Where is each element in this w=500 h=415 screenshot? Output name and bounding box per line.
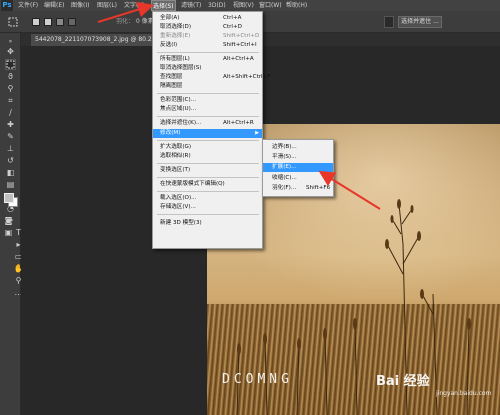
foreground-color-swatch[interactable] [4,193,14,203]
menu-item-deselect-layers[interactable]: 取消选择图层(S) [153,64,262,73]
menu-separator [157,116,259,117]
menu-image[interactable]: 图像(I) [70,0,90,11]
select-menu-dropdown: 全部(A) Ctrl+A 取消选择(D) Ctrl+D 重新选择(E) Shift+C… [152,11,271,249]
menu-separator [157,177,259,178]
menu-bar: Ps 文件(F) 编辑(E) 图像(I) 图层(L) 文字(Y) 选择(S) 滤… [0,0,500,11]
new-selection-icon[interactable] [32,18,40,26]
brush-tool-icon[interactable]: ✎ [5,131,16,142]
history-brush-tool-icon[interactable]: ↺ [5,155,16,166]
menu-file[interactable]: 文件(F) [17,0,39,11]
dcomng-watermark: DCOMNG [222,372,293,387]
menu-edit[interactable]: 编辑(E) [43,0,65,11]
modify-submenu: 边界(B)... 平滑(S)... 扩展(E)... 收缩(C)... 羽化(F… [262,139,334,197]
menu-item-all-layers[interactable]: 所有图层(L) Alt+Ctrl+A [153,55,262,64]
menu-item-save-selection[interactable]: 存储选区(V)... [153,203,262,212]
eraser-tool-icon[interactable]: ◧ [5,167,16,178]
menu-separator [157,93,259,94]
menu-separator [157,140,259,141]
photoshop-logo-icon[interactable]: Ps [1,0,13,11]
menu-3d[interactable]: 3D(D) [207,0,227,11]
rectangular-marquee-tool-icon[interactable] [5,59,16,70]
eyedropper-tool-icon[interactable]: ∕ [5,107,16,118]
move-tool-icon[interactable]: ✥ [5,46,16,57]
healing-brush-tool-icon[interactable]: ✚ [5,119,16,130]
clone-stamp-tool-icon[interactable]: ⊥ [5,143,16,154]
submenu-item-feather[interactable]: 羽化(F)... Shift+F6 [263,184,333,193]
menu-separator [157,191,259,192]
menu-view[interactable]: 视图(V) [232,0,255,11]
menu-item-reselect: 重新选择(E) Shift+Ctrl+D [160,33,260,39]
menu-item-select-all[interactable]: 全部(A) Ctrl+A [153,14,262,23]
baidu-jingyan-logo: Bai 经验 [376,374,430,389]
select-and-mask-button[interactable]: 选择并遮住 ... [398,16,442,28]
menu-item-deselect[interactable]: 取消选择(D) Ctrl+D [153,23,262,32]
add-to-selection-icon[interactable] [44,18,52,26]
subtract-from-selection-icon[interactable] [56,18,64,26]
menu-item-quick-mask[interactable]: 在快速蒙版模式下编辑(Q) [153,180,262,189]
menu-select[interactable]: 选择(S) [151,0,176,11]
submenu-item-expand[interactable]: 扩展(E)... [263,163,333,172]
menu-window[interactable]: 窗口(W) [258,0,283,11]
quick-mask-icon[interactable]: ◙ [3,215,14,226]
menu-filter[interactable]: 滤镜(T) [180,0,202,11]
submenu-item-contract[interactable]: 收缩(C)... [263,174,333,183]
baidu-jingyan-watermark: Bai 经验 jingyan.baidu.com [376,370,496,397]
menu-type[interactable]: 文字(Y) [123,0,145,11]
submenu-item-smooth[interactable]: 平滑(S)... [263,153,333,162]
lasso-tool-icon[interactable]: ϑ [5,71,16,82]
intersect-selection-icon[interactable] [68,18,76,26]
marquee-tool-preset-icon[interactable] [8,17,18,27]
document-tab[interactable]: 5442078_221107073908_2.jpg @ 80.2... [31,34,162,46]
menu-item-inverse[interactable]: 反选(I) Shift+Ctrl+I [153,41,262,50]
menu-item-grow[interactable]: 扩大选取(G) [153,143,262,152]
menu-item-transform-selection[interactable]: 变换选区(T) [153,166,262,175]
gradient-tool-icon[interactable]: ▤ [5,179,16,190]
menu-item-modify[interactable]: 修改(M) ▶ [153,129,262,138]
menu-item-isolate-layers[interactable]: 隔离图层 [153,82,262,91]
submenu-item-border[interactable]: 边界(B)... [263,143,333,152]
menu-item-color-range[interactable]: 色彩范围(C)... [153,96,262,105]
menu-separator [157,163,259,164]
menu-item-similar[interactable]: 选取相似(R) [153,152,262,161]
menu-item-find-layers[interactable]: 查找图层 Alt+Shift+Ctrl+F [153,73,271,82]
tools-panel: » ✥ ϑ ⚲ ⌗ ∕ ✚ ✎ ⊥ ↺ ◧ ▤ ● ◔ ✒ T ▸ ▭ ✋ ⚲ … [0,33,23,415]
menu-item-select-and-mask[interactable]: 选择并遮住(K)... Alt+Ctrl+R [153,119,262,128]
menu-item-new-3d-model[interactable]: 新建 3D 模型(3) [153,219,262,228]
submenu-arrow-icon: ▶ [255,130,259,136]
menu-separator [157,52,259,53]
screen-mode-icon[interactable]: ▣ [3,227,14,238]
menu-help[interactable]: 帮助(H) [285,0,308,11]
quick-selection-tool-icon[interactable]: ⚲ [5,83,16,94]
menu-separator [157,214,259,215]
menu-item-focus-area[interactable]: 焦点区域(U)... [153,105,262,114]
menu-layer[interactable]: 图层(L) [96,0,118,11]
feather-label: 羽化： [116,18,135,25]
crop-tool-icon[interactable]: ⌗ [5,95,16,106]
height-field[interactable] [384,16,394,28]
baidu-jingyan-url: jingyan.baidu.com [436,390,492,397]
menu-item-load-selection[interactable]: 载入选区(O)... [153,194,262,203]
